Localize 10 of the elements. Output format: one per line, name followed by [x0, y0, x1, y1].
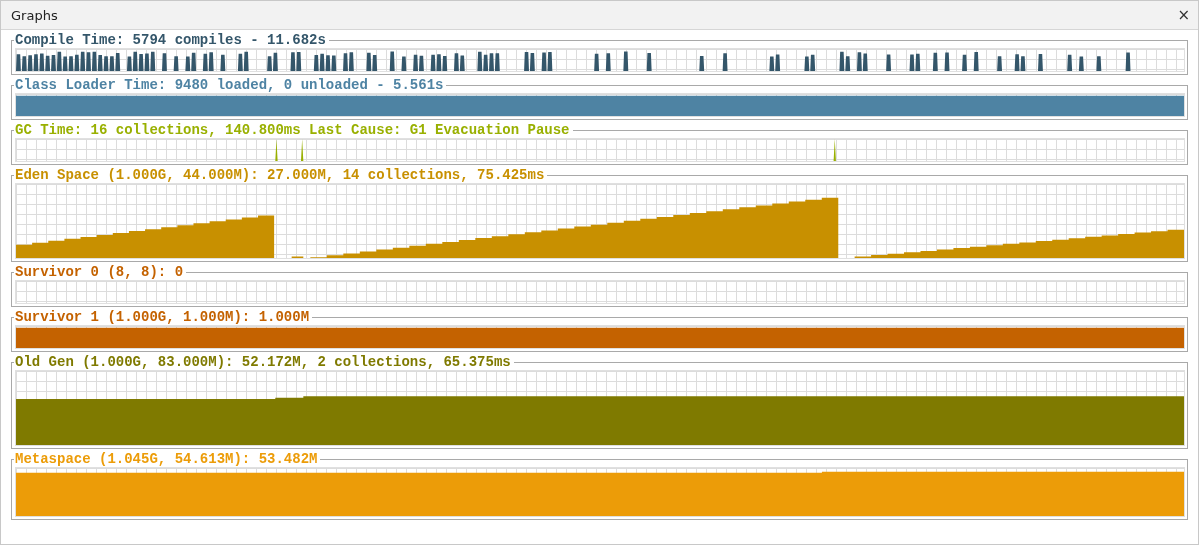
graph-title: Survivor 1 (1.000G, 1.000M): 1.000M — [14, 310, 311, 325]
graph-title: Eden Space (1.000G, 44.000M): 27.000M, 14 collections, 75.425ms — [14, 168, 546, 183]
graph-title: GC Time: 16 collections, 140.800ms Last Cause: G1 Evacuation Pause — [14, 123, 571, 138]
window-title: Graphs — [11, 7, 58, 23]
graph-title: Metaspace (1.045G, 54.613M): 53.482M — [14, 452, 319, 467]
graph-title: Compile Time: 5794 compiles - 11.682s — [14, 33, 327, 48]
graph-title: Survivor 0 (8, 8): 0 — [14, 265, 185, 280]
close-button[interactable]: × — [1175, 6, 1192, 24]
graph-title: Class Loader Time: 9480 loaded, 0 unloaded - 5.561s — [14, 78, 445, 93]
graph-title: Old Gen (1.000G, 83.000M): 52.172M, 2 collections, 65.375ms — [14, 355, 512, 370]
